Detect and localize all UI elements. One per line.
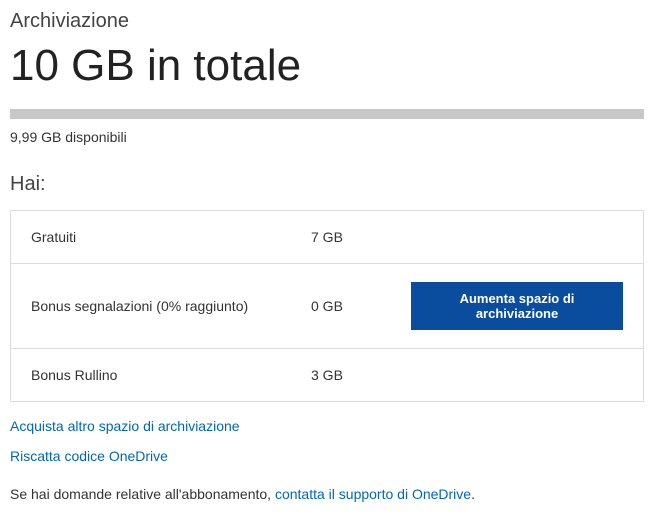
section-label: Archiviazione [10, 10, 644, 33]
have-label: Hai: [10, 173, 644, 196]
increase-storage-button[interactable]: Aumenta spazio di archiviazione [411, 282, 623, 330]
table-row: Bonus segnalazioni (0% raggiunto) 0 GB A… [11, 264, 643, 349]
row-label: Bonus Rullino [31, 367, 311, 383]
storage-progress-bar [10, 109, 644, 119]
footer-prefix: Se hai domande relative all'abbonamento, [10, 486, 275, 502]
row-label: Gratuiti [31, 229, 311, 245]
footer-suffix: . [471, 486, 475, 502]
total-storage: 10 GB in totale [10, 41, 644, 91]
row-action: Aumenta spazio di archiviazione [411, 282, 623, 330]
footer-text: Se hai domande relative all'abbonamento,… [10, 486, 644, 502]
table-row: Bonus Rullino 3 GB [11, 349, 643, 401]
redeem-code-link[interactable]: Riscatta codice OneDrive [10, 448, 168, 464]
row-value: 0 GB [311, 298, 411, 314]
row-value: 7 GB [311, 229, 411, 245]
storage-breakdown-table: Gratuiti 7 GB Bonus segnalazioni (0% rag… [10, 210, 644, 402]
row-label: Bonus segnalazioni (0% raggiunto) [31, 298, 311, 314]
row-value: 3 GB [311, 367, 411, 383]
table-row: Gratuiti 7 GB [11, 211, 643, 264]
available-storage: 9,99 GB disponibili [10, 129, 644, 145]
contact-support-link[interactable]: contatta il supporto di OneDrive [275, 486, 471, 502]
buy-more-storage-link[interactable]: Acquista altro spazio di archiviazione [10, 418, 240, 434]
